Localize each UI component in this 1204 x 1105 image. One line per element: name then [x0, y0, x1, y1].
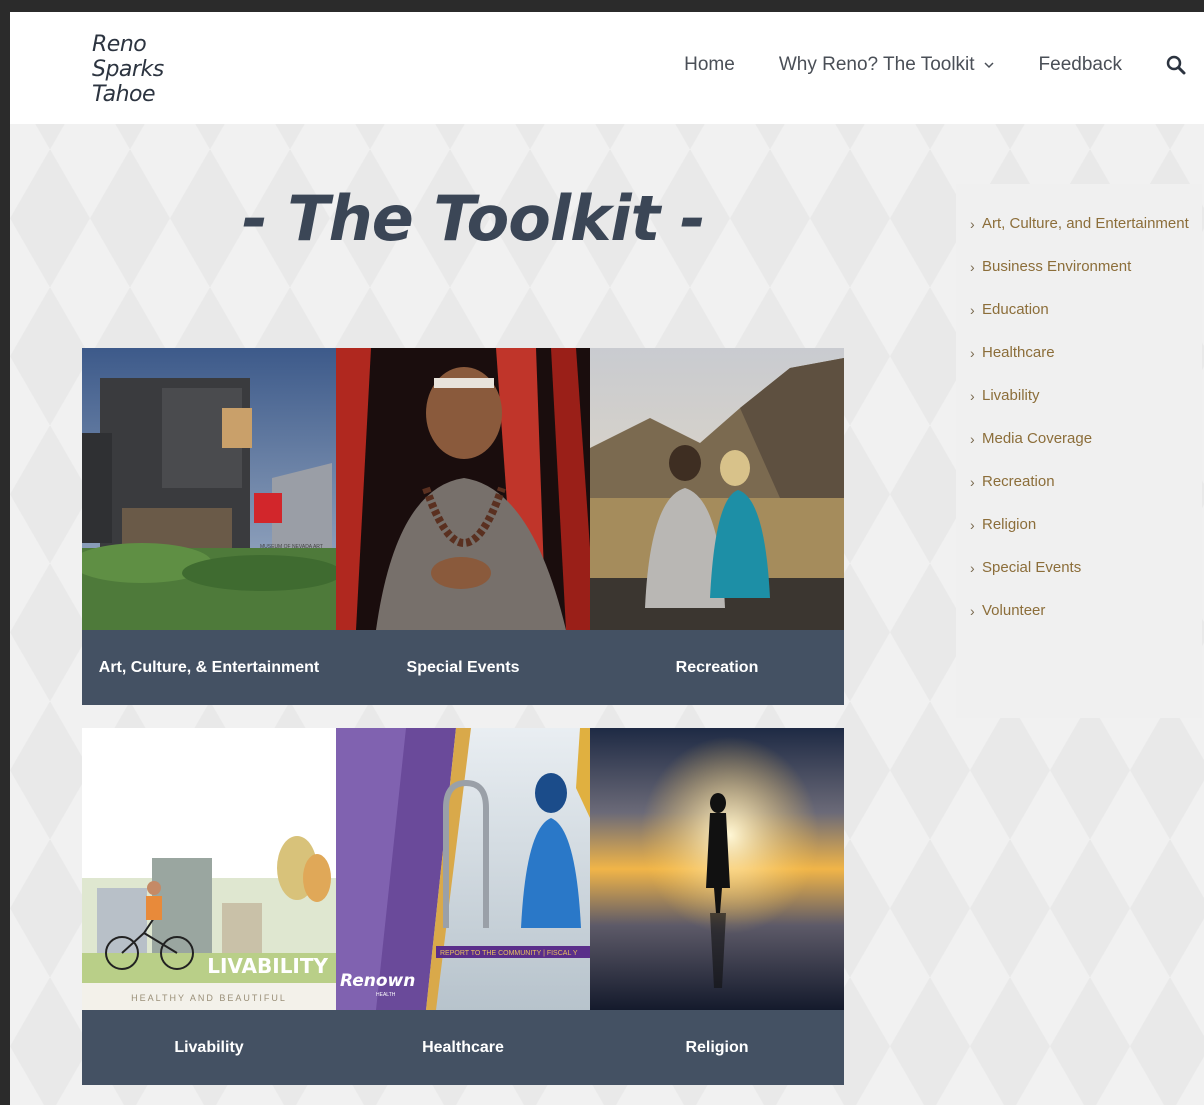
tile-healthcare[interactable]: REPORT TO THE COMMUNITY | FISCAL Y Renow… [336, 728, 590, 1085]
tile-religion[interactable]: Religion [590, 728, 844, 1085]
sidebar-item-label: Religion [982, 516, 1037, 533]
livability-graphic-subtext: HEALTHY AND BEAUTIFUL [131, 993, 287, 1003]
renown-logo-subtext: HEALTH [376, 992, 396, 998]
toolkit-grid-row-1: MUSEUM OF NEVADA ART Art, Culture, & Ent… [82, 348, 844, 705]
chevron-right-icon: › [970, 388, 975, 404]
page-frame: Reno Sparks Tahoe Home Why Reno? The Too… [10, 12, 1204, 1105]
sidebar-item-label: Art, Culture, and Entertainment [982, 215, 1189, 232]
chevron-right-icon: › [970, 302, 975, 318]
main-nav: Home Why Reno? The Toolkit Feedback [640, 50, 1186, 80]
sidebar-item-religion[interactable]: › Religion [970, 515, 1190, 535]
report-graphic-text: REPORT TO THE COMMUNITY | FISCAL Y [440, 950, 578, 957]
toolkit-grid-row-2: LIVABILITY HEALTHY AND BEAUTIFUL Livabil… [82, 728, 844, 1085]
tile-livability[interactable]: LIVABILITY HEALTHY AND BEAUTIFUL Livabil… [82, 728, 336, 1085]
sidebar-item-label: Education [982, 301, 1049, 318]
chevron-right-icon: › [970, 603, 975, 619]
sidebar-item-label: Media Coverage [982, 430, 1093, 447]
tile-healthcare-caption: Healthcare [336, 1010, 590, 1085]
sidebar-item-label: Special Events [982, 559, 1082, 576]
chevron-right-icon: › [970, 345, 975, 361]
tile-recreation[interactable]: Recreation [590, 348, 844, 705]
toolkit-sidebar: › Art, Culture, and Entertainment › Busi… [956, 184, 1202, 718]
nav-home-label: Home [684, 54, 735, 75]
sidebar-item-label: Recreation [982, 473, 1055, 490]
nav-toolkit-label: Why Reno? The Toolkit [778, 54, 975, 75]
nav-feedback-label: Feedback [1038, 54, 1122, 75]
tile-art-culture-image: MUSEUM OF NEVADA ART [82, 348, 336, 630]
sidebar-item-label: Business Environment [982, 258, 1132, 275]
tile-livability-image: LIVABILITY HEALTHY AND BEAUTIFUL [82, 728, 336, 1010]
tile-art-culture[interactable]: MUSEUM OF NEVADA ART Art, Culture, & Ent… [82, 348, 336, 705]
chevron-right-icon: › [970, 517, 975, 533]
tile-special-events[interactable]: Special Events [336, 348, 590, 705]
tile-special-events-image [336, 348, 590, 630]
logo-line-1: Reno [92, 32, 147, 57]
chevron-right-icon: › [970, 474, 975, 490]
nav-feedback[interactable]: Feedback [1039, 54, 1122, 76]
tile-special-events-caption: Special Events [336, 630, 590, 705]
sidebar-item-livability[interactable]: › Livability [970, 386, 1190, 406]
sidebar-item-volunteer[interactable]: › Volunteer [970, 601, 1190, 621]
livability-graphic-text: LIVABILITY [207, 954, 328, 978]
sidebar-item-special-events[interactable]: › Special Events [970, 558, 1190, 578]
tile-religion-image [590, 728, 844, 1010]
tile-healthcare-image: REPORT TO THE COMMUNITY | FISCAL Y Renow… [336, 728, 590, 1010]
sidebar-item-recreation[interactable]: › Recreation [970, 472, 1190, 492]
sidebar-item-media[interactable]: › Media Coverage [970, 429, 1190, 449]
logo-line-3: Tahoe [92, 82, 156, 107]
sidebar-item-business[interactable]: › Business Environment [970, 257, 1190, 277]
tile-recreation-image [590, 348, 844, 630]
site-logo[interactable]: Reno Sparks Tahoe [92, 32, 182, 110]
renown-logo-text: Renown [340, 971, 415, 991]
tile-art-culture-caption: Art, Culture, & Entertainment [82, 630, 336, 705]
chevron-down-icon [984, 62, 994, 69]
nav-home[interactable]: Home [684, 54, 735, 76]
chevron-right-icon: › [970, 431, 975, 447]
chevron-right-icon: › [970, 216, 975, 232]
sidebar-item-education[interactable]: › Education [970, 300, 1190, 320]
nav-toolkit[interactable]: Why Reno? The Toolkit [779, 54, 995, 76]
site-header: Reno Sparks Tahoe Home Why Reno? The Too… [10, 12, 1204, 124]
page-title: - The Toolkit - [242, 182, 706, 255]
sidebar-item-healthcare[interactable]: › Healthcare [970, 343, 1190, 363]
search-icon[interactable] [1166, 55, 1186, 75]
sidebar-item-label: Volunteer [982, 602, 1046, 619]
sidebar-item-art-culture[interactable]: › Art, Culture, and Entertainment [970, 214, 1190, 234]
logo-line-2: Sparks [92, 57, 164, 82]
sidebar-item-label: Livability [982, 387, 1040, 404]
tile-recreation-caption: Recreation [590, 630, 844, 705]
tile-livability-caption: Livability [82, 1010, 336, 1085]
chevron-right-icon: › [970, 259, 975, 275]
tile-religion-caption: Religion [590, 1010, 844, 1085]
sidebar-item-label: Healthcare [982, 344, 1055, 361]
chevron-right-icon: › [970, 560, 975, 576]
